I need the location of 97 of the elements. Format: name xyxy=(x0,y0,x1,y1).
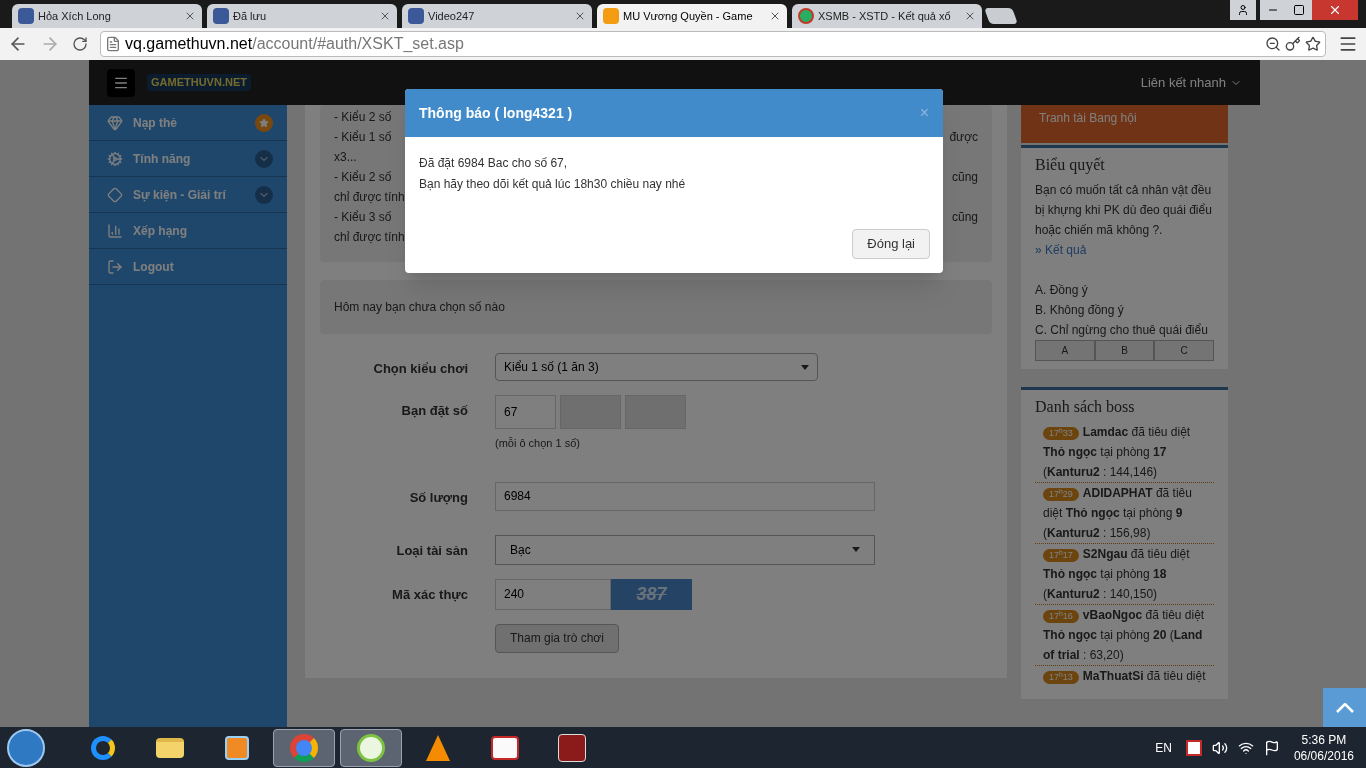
close-icon[interactable] xyxy=(379,10,391,22)
close-icon[interactable] xyxy=(184,10,196,22)
crown-icon xyxy=(603,8,619,24)
poll-option: A. Đồng ý xyxy=(1035,280,1214,300)
address-bar[interactable]: vq.gamethuvn.net/account/#auth/XSKT_set.asp xyxy=(100,31,1326,57)
tab-title: Video247 xyxy=(428,8,476,24)
minimize-icon[interactable] xyxy=(1260,0,1286,20)
rule-text: cũng xyxy=(951,169,978,186)
number-input[interactable]: 67 xyxy=(495,395,556,429)
poll-question: Bạn có muốn tất cả nhân vật đều bị khựng khi PK dù đeo quái điểu hoặc chiến mã không ?. » Kết quả xyxy=(1035,182,1213,259)
time-badge: 17$^{h}$13 xyxy=(1043,671,1079,684)
dialog-message: Bạn hãy theo dõi kết quả lúc 18h30 chiều nay nhé xyxy=(419,176,687,193)
caret-icon xyxy=(801,364,809,370)
vote-button[interactable]: A xyxy=(1035,340,1095,361)
menu-icon[interactable] xyxy=(1338,34,1358,54)
rule-text: - Kiểu 1 số xyxy=(334,129,392,146)
form-label: Chọn kiểu chơi xyxy=(372,360,468,378)
close-icon[interactable] xyxy=(769,10,781,22)
boss-kill-entry: 17$^{h}$13 MaThuatSi đã tiêu diệt xyxy=(1043,666,1212,686)
scroll-to-top-button[interactable] xyxy=(1323,688,1366,727)
card-title: Danh sách boss xyxy=(1035,397,1136,417)
status-note: Hôm nay bạn chưa chọn số nào xyxy=(334,299,505,316)
dialog-message: Đã đặt 6984 Bac cho số 67, xyxy=(419,155,569,172)
boss-kill-entry: 17$^{h}$17 S2Ngau đã tiêu diệt Thỏ ngọc tại phòng 18 (Kanturu2 : 140,150) xyxy=(1043,546,1191,603)
form-label: Số lượng xyxy=(408,488,468,507)
form-label: Loại tài sản xyxy=(395,541,468,560)
bar-chart-icon xyxy=(107,222,123,239)
tab-title: Đã lưu xyxy=(233,8,268,24)
bookmark-star-icon[interactable] xyxy=(1305,36,1321,52)
browser-tab[interactable]: Đã lưu xyxy=(207,4,397,28)
captcha-input[interactable]: 240 xyxy=(495,578,611,610)
rule-text: được xyxy=(949,129,978,146)
page-icon[interactable] xyxy=(105,36,121,52)
tab-title: XSMB - XSTD - Kết quả xổ xyxy=(818,8,952,24)
hint-text: (mỗi ô chọn 1 số) xyxy=(495,436,581,451)
rule-text: - Kiểu 3 số xyxy=(334,209,392,226)
boss-kill-entry: 17$^{h}$29 ADIDAPHAT đã tiêu diệt Thỏ ngọc tại phòng 9 (Kanturu2 : 156,98) xyxy=(1043,485,1193,542)
boss-kill-entry: 17$^{h}$16 vBaoNgoc đã tiêu diệt Thỏ ngọc tại phòng 20 (Land of trial : 63,20) xyxy=(1043,607,1206,664)
results-link[interactable]: » Kết quả xyxy=(1035,243,1087,257)
asset-select[interactable]: Bạc xyxy=(495,534,875,565)
rule-text: - Kiểu 2 số xyxy=(334,109,392,126)
time-badge: 17$^{h}$29 xyxy=(1043,488,1079,501)
rule-text: - Kiểu 2 số xyxy=(334,169,392,186)
flag-icon[interactable] xyxy=(1263,739,1280,756)
reload-icon[interactable] xyxy=(72,36,88,52)
zoom-out-icon[interactable] xyxy=(1265,36,1281,52)
poll-option: C. Chỉ ngừng cho thuê quái điểu xyxy=(1035,320,1214,340)
site-logo[interactable]: GAMETHUVN.NET xyxy=(147,74,251,91)
language-indicator[interactable]: EN xyxy=(1155,738,1172,757)
key-icon[interactable] xyxy=(1285,36,1301,52)
form-label: Bạn đặt số xyxy=(400,402,468,420)
amount-input[interactable]: 6984 xyxy=(495,481,875,511)
browser-tab[interactable]: XSMB - XSTD - Kết quả xổ xyxy=(792,4,982,28)
tab-title: MU Vương Quyền - Game xyxy=(623,8,754,24)
browser-tab[interactable]: Video247 xyxy=(402,4,592,28)
clock-date[interactable]: 06/06/2016 xyxy=(1293,747,1354,764)
join-game-button[interactable]: Tham gia trò chơi xyxy=(495,623,619,653)
rule-text: cũng xyxy=(951,209,978,226)
speaker-icon[interactable] xyxy=(1211,739,1228,756)
captcha-image: 387 xyxy=(611,578,692,610)
start-button[interactable] xyxy=(7,728,45,767)
new-tab-icon[interactable] xyxy=(984,8,1018,24)
boss-kill-entry: 17$^{h}$33 Lamdac đã tiêu diệt Thỏ ngọc tại phòng 17 (Kanturu2 : 144,146) xyxy=(1043,424,1192,481)
rule-text: x3... xyxy=(334,149,357,166)
time-badge: 17$^{h}$17 xyxy=(1043,549,1079,562)
clover-icon xyxy=(798,8,814,24)
close-icon[interactable] xyxy=(964,10,976,22)
card-title: Biểu quyết xyxy=(1035,155,1106,176)
facebook-icon xyxy=(18,8,34,24)
user-icon[interactable] xyxy=(1230,0,1256,20)
browser-tab[interactable]: Hỏa Xích Long xyxy=(12,4,202,28)
quick-links-menu[interactable]: Liên kết nhanh xyxy=(1140,72,1242,93)
browser-tab[interactable]: MU Vương Quyền - Game xyxy=(597,4,787,28)
time-badge: 17$^{h}$16 xyxy=(1043,610,1079,623)
maximize-icon[interactable] xyxy=(1286,0,1312,20)
close-dialog-button[interactable]: Đóng lại xyxy=(852,229,930,259)
time-badge: 17$^{h}$33 xyxy=(1043,427,1079,440)
play-type-select[interactable]: Kiểu 1 số (1 ăn 3) xyxy=(495,353,818,381)
close-icon[interactable] xyxy=(574,10,586,22)
caret-icon xyxy=(852,547,860,552)
url-text: vq.gamethuvn.net/account/#auth/XSKT_set.asp xyxy=(125,34,464,54)
hamburger-button[interactable] xyxy=(107,68,135,97)
rule-text: chỉ được tính xyxy=(334,229,405,246)
facebook-icon xyxy=(408,8,424,24)
chevron-up-icon xyxy=(1335,702,1354,713)
rule-text: chỉ được tính xyxy=(334,189,405,206)
clock-time[interactable]: 5:36 PM xyxy=(1301,731,1347,748)
vote-button[interactable]: C xyxy=(1154,340,1214,361)
poll-option: B. Không đồng ý xyxy=(1035,300,1214,320)
vote-button[interactable]: B xyxy=(1094,340,1155,361)
facebook-icon xyxy=(213,8,229,24)
diamond-icon xyxy=(107,114,123,131)
logout-icon xyxy=(107,258,123,275)
diamond-outline-icon xyxy=(107,186,123,203)
tab-title: Hỏa Xích Long xyxy=(38,8,112,24)
form-label: Mã xác thực xyxy=(391,585,468,604)
dialog-title: Thông báo ( long4321 ) xyxy=(419,103,574,123)
